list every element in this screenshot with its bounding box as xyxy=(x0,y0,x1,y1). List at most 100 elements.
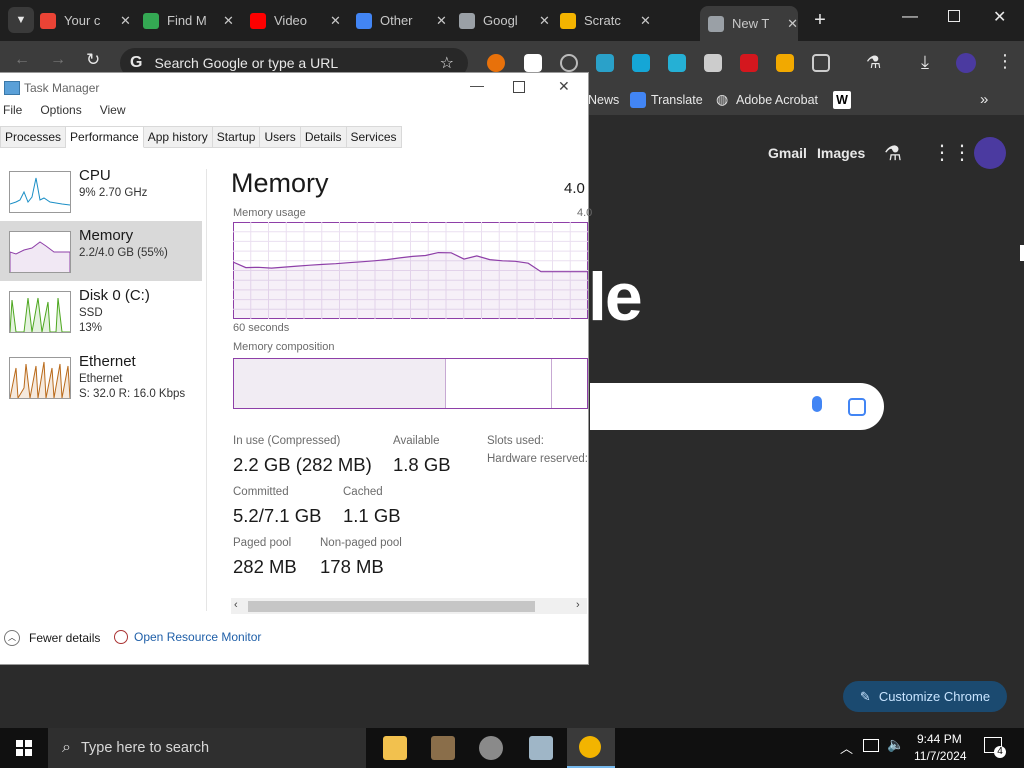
close-tab-icon[interactable]: ✕ xyxy=(436,13,447,29)
menu-file[interactable]: File xyxy=(3,103,22,125)
account-avatar[interactable] xyxy=(974,137,1006,169)
browser-tab[interactable]: Other ✕ xyxy=(356,6,447,35)
tab-details[interactable]: Details xyxy=(300,126,347,148)
restore-window-button[interactable] xyxy=(948,10,960,22)
network-icon[interactable] xyxy=(863,739,879,752)
tab-processes[interactable]: Processes xyxy=(0,126,67,148)
tab-favicon-icon xyxy=(708,15,724,32)
voice-search-icon[interactable] xyxy=(812,396,822,412)
google-search-box[interactable] xyxy=(590,383,884,430)
tab-search-button[interactable]: ▼ xyxy=(8,7,34,33)
browser-tab[interactable]: Googl ✕ xyxy=(459,6,550,35)
close-tab-icon[interactable]: ✕ xyxy=(640,13,651,29)
tab-performance[interactable]: Performance xyxy=(66,126,144,148)
menu-options[interactable]: Options xyxy=(40,103,81,125)
extension-icon-9[interactable] xyxy=(776,54,794,72)
bookmark-translate[interactable]: Translate xyxy=(651,93,703,107)
close-tab-icon[interactable]: ✕ xyxy=(120,13,131,29)
fewer-details-button[interactable]: ︿ Fewer details xyxy=(4,630,100,646)
tab-title: Find M xyxy=(167,13,207,28)
scroll-right-icon[interactable]: › xyxy=(576,599,580,611)
profile-avatar[interactable] xyxy=(956,53,976,73)
extension-icon-1[interactable] xyxy=(487,54,505,72)
stat-cached: 1.1 GB xyxy=(343,505,401,526)
windows-start-icon[interactable] xyxy=(16,740,32,756)
bookmark-wikipedia[interactable]: W xyxy=(833,91,851,109)
scroll-left-icon[interactable]: ‹ xyxy=(234,599,238,611)
task-manager-titlebar[interactable]: Task Manager — ✕ xyxy=(0,73,588,103)
sidebar-item-memory[interactable]: Memory 2.2/4.0 GB (55%) xyxy=(0,221,202,281)
back-icon[interactable]: ← xyxy=(14,51,30,69)
chrome-taskbar-button[interactable] xyxy=(567,728,615,768)
tab-services[interactable]: Services xyxy=(346,126,402,148)
apps-grid-icon[interactable]: ⋮⋮ xyxy=(932,140,972,165)
extension-icon-6[interactable] xyxy=(668,54,686,72)
google-logo-fragment: le xyxy=(588,259,643,335)
bookmark-news[interactable]: News xyxy=(588,93,619,107)
browser-tab[interactable]: New T ✕ xyxy=(700,6,798,41)
omnibox-placeholder: Search Google or type a URL xyxy=(154,55,339,71)
labs-icon[interactable]: ⚗ xyxy=(884,141,902,166)
bookmark-star-icon[interactable]: ☆ xyxy=(440,53,454,73)
extension-icon-7[interactable] xyxy=(704,54,722,72)
show-hidden-icons-chevron[interactable]: ︿ xyxy=(840,738,853,757)
date-text[interactable]: 11/7/2024 xyxy=(914,749,967,763)
sidebar-detail-2: 13% xyxy=(79,322,103,334)
app-icon-3[interactable] xyxy=(479,736,503,760)
maximize-button[interactable] xyxy=(513,81,525,93)
minimize-button[interactable]: — xyxy=(470,77,484,93)
chrome-app-icon xyxy=(579,736,601,758)
extensions-puzzle-icon[interactable] xyxy=(812,54,830,72)
reload-icon[interactable]: ↻ xyxy=(86,50,100,70)
tab-app-history[interactable]: App history xyxy=(143,126,213,148)
extension-icon-4[interactable] xyxy=(596,54,614,72)
browser-tab[interactable]: Your c ✕ xyxy=(40,6,131,35)
horizontal-scrollbar[interactable]: ‹ › xyxy=(231,598,587,614)
more-menu-icon[interactable]: ⋮ xyxy=(996,51,1014,72)
sidebar-item-cpu[interactable]: CPU 9% 2.70 GHz xyxy=(0,161,202,221)
open-resource-monitor-link[interactable]: Open Resource Monitor xyxy=(114,630,261,644)
extension-icon-3[interactable] xyxy=(560,54,578,72)
sidebar-item-disk[interactable]: Disk 0 (C:) SSD 13% xyxy=(0,281,202,341)
pencil-icon: ✎ xyxy=(859,688,871,704)
app-icon-4[interactable] xyxy=(529,736,553,760)
tab-title: Scratc xyxy=(584,13,621,28)
bookmark-adobe-acrobat[interactable]: Adobe Acrobat xyxy=(736,93,818,107)
close-window-button[interactable]: ✕ xyxy=(993,7,1006,27)
forward-icon[interactable]: → xyxy=(50,51,66,69)
memory-mini-graph xyxy=(9,231,71,273)
gmail-link[interactable]: Gmail xyxy=(768,145,807,161)
close-tab-icon[interactable]: ✕ xyxy=(539,13,550,29)
browser-tab[interactable]: Find M ✕ xyxy=(143,6,234,35)
browser-tab[interactable]: Scratc ✕ xyxy=(560,6,651,35)
adobe-extension-icon[interactable] xyxy=(740,54,758,72)
volume-icon[interactable]: 🔈 xyxy=(887,736,904,753)
taskbar-search-box[interactable]: ⌕ Type here to search xyxy=(48,728,366,768)
bookmarks-overflow-icon[interactable]: » xyxy=(980,91,988,108)
time-text[interactable]: 9:44 PM xyxy=(917,732,962,746)
close-tab-icon[interactable]: ✕ xyxy=(330,13,341,29)
lens-camera-icon[interactable] xyxy=(848,398,866,416)
minimize-window-button[interactable]: — xyxy=(902,8,918,26)
tab-startup[interactable]: Startup xyxy=(212,126,261,148)
download-icon[interactable]: ⤓ xyxy=(921,52,929,73)
extension-icon-2[interactable] xyxy=(524,54,542,72)
sidebar-item-ethernet[interactable]: Ethernet Ethernet S: 32.0 R: 16.0 Kbps xyxy=(0,347,202,407)
extension-icon-5[interactable] xyxy=(632,54,650,72)
menu-view[interactable]: View xyxy=(100,103,126,125)
tab-users[interactable]: Users xyxy=(260,126,301,148)
tab-title: Other xyxy=(380,13,413,28)
scrollbar-thumb[interactable] xyxy=(248,601,535,612)
tab-title: Video xyxy=(274,13,308,28)
images-link[interactable]: Images xyxy=(817,145,865,161)
close-tab-icon[interactable]: ✕ xyxy=(223,13,234,29)
labs-flask-icon[interactable]: ⚗ xyxy=(866,53,881,73)
close-tab-icon[interactable]: ✕ xyxy=(787,16,798,32)
customize-chrome-button[interactable]: ✎ Customize Chrome xyxy=(843,681,1007,712)
close-button[interactable]: ✕ xyxy=(558,78,570,95)
app-icon-2[interactable] xyxy=(431,736,455,760)
file-explorer-icon[interactable] xyxy=(383,736,407,760)
browser-tab[interactable]: Video ✕ xyxy=(250,6,341,35)
composition-standby xyxy=(445,359,552,408)
new-tab-button[interactable]: + xyxy=(808,8,832,32)
